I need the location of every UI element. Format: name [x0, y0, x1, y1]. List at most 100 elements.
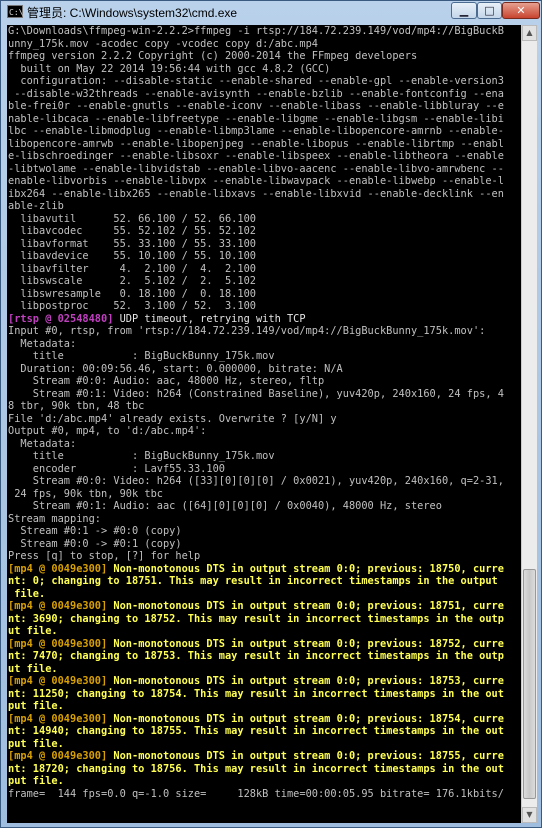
maximize-button[interactable]: □	[477, 2, 502, 19]
console-line: nt: 3690; changing to 18752. This may re…	[7, 613, 521, 626]
scrollbar-thumb[interactable]	[523, 569, 536, 799]
console-line-text: ibx264 --enable-libx265 --enable-libxavs…	[8, 187, 504, 200]
console-line: [mp4 @ 0049e300] Non-monotonous DTS in o…	[7, 563, 521, 576]
console-line: Stream mapping:	[7, 513, 521, 526]
console-line: libopencore-amrwb --enable-libopenjpeg -…	[7, 138, 521, 151]
console-line: Duration: 00:09:56.46, start: 0.000000, …	[7, 363, 521, 376]
console-line-text: Non-monotonous DTS in output stream 0:0;…	[113, 562, 504, 575]
close-button[interactable]: ✕	[502, 2, 540, 19]
console-line-text: libavcodec 55. 52.102 / 55. 52.102	[8, 225, 256, 237]
console-line: libavfilter 4. 2.100 / 4. 2.100	[7, 263, 521, 276]
console-line: --disable-w32threads --enable-avisynth -…	[7, 88, 521, 101]
console-line: [mp4 @ 0049e300] Non-monotonous DTS in o…	[7, 638, 521, 651]
console-line-text: File 'd:/abc.mp4' already exists. Overwr…	[8, 412, 337, 425]
vertical-scrollbar[interactable]: ▲ ▼	[521, 25, 537, 823]
console-line-text: configuration: --disable-static --enable…	[8, 75, 504, 87]
console-line: Stream #0:1: Audio: aac ([64][0][0][0] /…	[7, 500, 521, 513]
console-line-text: Stream #0:1: Video: h264 (Constrained Ba…	[8, 387, 504, 400]
console-line-text: Stream #0:0: Video: h264 ([33][0][0][0] …	[8, 475, 504, 487]
console-line: nt: 18720; changing to 18756. This may r…	[7, 763, 521, 776]
console-line: ibx264 --enable-libx265 --enable-libxavs…	[7, 188, 521, 201]
console-line: put file.	[7, 775, 521, 788]
scroll-down-arrow-icon[interactable]: ▼	[522, 807, 537, 823]
console-line: ffmpeg version 2.2.2 Copyright (c) 2000-…	[7, 50, 521, 63]
console-line: e-libschroedinger --enable-libsoxr --ena…	[7, 150, 521, 163]
console-line-text: libswscale 2. 5.102 / 2. 5.102	[8, 275, 256, 287]
console-line-text: able-zlib	[8, 200, 64, 212]
log-source-tag: [rtsp @ 02548480]	[8, 312, 120, 325]
console-line-text: Non-monotonous DTS in output stream 0:0;…	[113, 712, 504, 725]
console-line: nable-libcaca --enable-libfreetype --ena…	[7, 113, 521, 126]
console-line: [mp4 @ 0049e300] Non-monotonous DTS in o…	[7, 713, 521, 726]
console-line: Output #0, mp4, to 'd:/abc.mp4':	[7, 425, 521, 438]
console-line: Metadata:	[7, 438, 521, 451]
console-line: Input #0, rtsp, from 'rtsp://184.72.239.…	[7, 325, 521, 338]
console-line: ut file.	[7, 663, 521, 676]
minimize-button[interactable]: ▁	[451, 2, 477, 19]
console-line: libavcodec 55. 52.102 / 55. 52.102	[7, 225, 521, 238]
log-source-tag: [mp4 @ 0049e300]	[8, 600, 114, 612]
console-line: libswresample 0. 18.100 / 0. 18.100	[7, 288, 521, 301]
console-line-text: ble-frei0r --enable-gnutls --enable-icon…	[8, 100, 504, 112]
console-line-text: Stream #0:1: Audio: aac ([64][0][0][0] /…	[8, 500, 442, 512]
console-line-text: file.	[8, 587, 46, 600]
console-line: lbc --enable-libmodplug --enable-libmp3l…	[7, 125, 521, 138]
title-bar[interactable]: C:\ 管理员: C:\Windows\system32\cmd.exe ▁ □…	[1, 1, 541, 23]
console-line: put file.	[7, 738, 521, 751]
console-line: encoder : Lavf55.33.100	[7, 463, 521, 476]
console-line-text: Metadata:	[8, 337, 77, 350]
console-line-text: Stream #0:1 -> #0:0 (copy)	[8, 525, 182, 537]
console-line: Metadata:	[7, 338, 521, 351]
console-line: G:\Downloads\ffmpeg-win-2.2.2>ffmpeg -i …	[7, 25, 521, 38]
console-line-text: UDP timeout, retrying with TCP	[119, 312, 306, 325]
console-line-text: ffmpeg version 2.2.2 Copyright (c) 2000-…	[8, 50, 418, 62]
console-line-text: Duration: 00:09:56.46, start: 0.000000, …	[8, 362, 343, 375]
console-line: able-zlib	[7, 200, 521, 213]
console-line-text: e-libschroedinger --enable-libsoxr --ena…	[8, 150, 504, 162]
console-line-text: Non-monotonous DTS in output stream 0:0;…	[113, 600, 504, 612]
console-line: frame= 144 fps=0.0 q=-1.0 size= 128kB ti…	[7, 788, 521, 801]
console-line-text: ut file.	[8, 662, 58, 675]
console-line-text: put file.	[8, 737, 64, 750]
console-line-text: title : BigBuckBunny_175k.mov	[8, 450, 275, 462]
console-line-text: frame= 144 fps=0.0 q=-1.0 size= 128kB ti…	[8, 787, 504, 800]
console-output[interactable]: G:\Downloads\ffmpeg-win-2.2.2>ffmpeg -i …	[7, 25, 521, 823]
console-line: enable-libvorbis --enable-libvpx --enabl…	[7, 175, 521, 188]
console-line: [mp4 @ 0049e300] Non-monotonous DTS in o…	[7, 600, 521, 613]
console-line: nt: 0; changing to 18751. This may resul…	[7, 575, 521, 588]
log-source-tag: [mp4 @ 0049e300]	[8, 675, 114, 687]
console-line-text: built on May 22 2014 19:56:44 with gcc 4…	[8, 62, 331, 75]
console-line-text: nt: 18720; changing to 18756. This may r…	[8, 762, 504, 775]
log-source-tag: [mp4 @ 0049e300]	[8, 562, 114, 575]
console-line: configuration: --disable-static --enable…	[7, 75, 521, 88]
console-line-text: libopencore-amrwb --enable-libopenjpeg -…	[8, 137, 504, 150]
console-line: title : BigBuckBunny_175k.mov	[7, 450, 521, 463]
console-line: [mp4 @ 0049e300] Non-monotonous DTS in o…	[7, 675, 521, 688]
console-line: 8 tbr, 90k tbn, 48 tbc	[7, 400, 521, 413]
console-line-text: libavdevice 55. 10.100 / 55. 10.100	[8, 250, 256, 262]
console-line-text: Input #0, rtsp, from 'rtsp://184.72.239.…	[8, 325, 486, 337]
console-line-text: lbc --enable-libmodplug --enable-libmp3l…	[8, 125, 504, 137]
cmd-app-icon[interactable]: C:\	[7, 5, 23, 18]
console-line-text: nt: 11250; changing to 18754. This may r…	[8, 687, 504, 700]
console-line-text: Non-monotonous DTS in output stream 0:0;…	[113, 750, 504, 762]
console-line-text: libavfilter 4. 2.100 / 4. 2.100	[8, 262, 256, 275]
console-line: libavutil 52. 66.100 / 52. 66.100	[7, 213, 521, 226]
console-line: [rtsp @ 02548480] UDP timeout, retrying …	[7, 313, 521, 326]
console-line: unny_175k.mov -acodec copy -vcodec copy …	[7, 38, 521, 51]
console-line: nt: 14940; changing to 18755. This may r…	[7, 725, 521, 738]
scroll-up-arrow-icon[interactable]: ▲	[522, 25, 537, 41]
console-line-text: unny_175k.mov -acodec copy -vcodec copy …	[8, 37, 318, 50]
console-line-text: libavformat 55. 33.100 / 55. 33.100	[8, 237, 256, 250]
console-line-text: nt: 0; changing to 18751. This may resul…	[8, 575, 498, 587]
console-line: title : BigBuckBunny_175k.mov	[7, 350, 521, 363]
console-line: [mp4 @ 0049e300] Non-monotonous DTS in o…	[7, 750, 521, 763]
cmd-window: C:\ 管理员: C:\Windows\system32\cmd.exe ▁ □…	[0, 0, 542, 828]
console-line: -libtwolame --enable-libvidstab --enable…	[7, 163, 521, 176]
console-line: Stream #0:0: Audio: aac, 48000 Hz, stere…	[7, 375, 521, 388]
console-line-text: nt: 7470; changing to 18753. This may re…	[8, 650, 504, 662]
console-line-text: nt: 14940; changing to 18755. This may r…	[8, 725, 504, 737]
console-line: nt: 11250; changing to 18754. This may r…	[7, 688, 521, 701]
console-line: file.	[7, 588, 521, 601]
console-line: Stream #0:0: Video: h264 ([33][0][0][0] …	[7, 475, 521, 488]
